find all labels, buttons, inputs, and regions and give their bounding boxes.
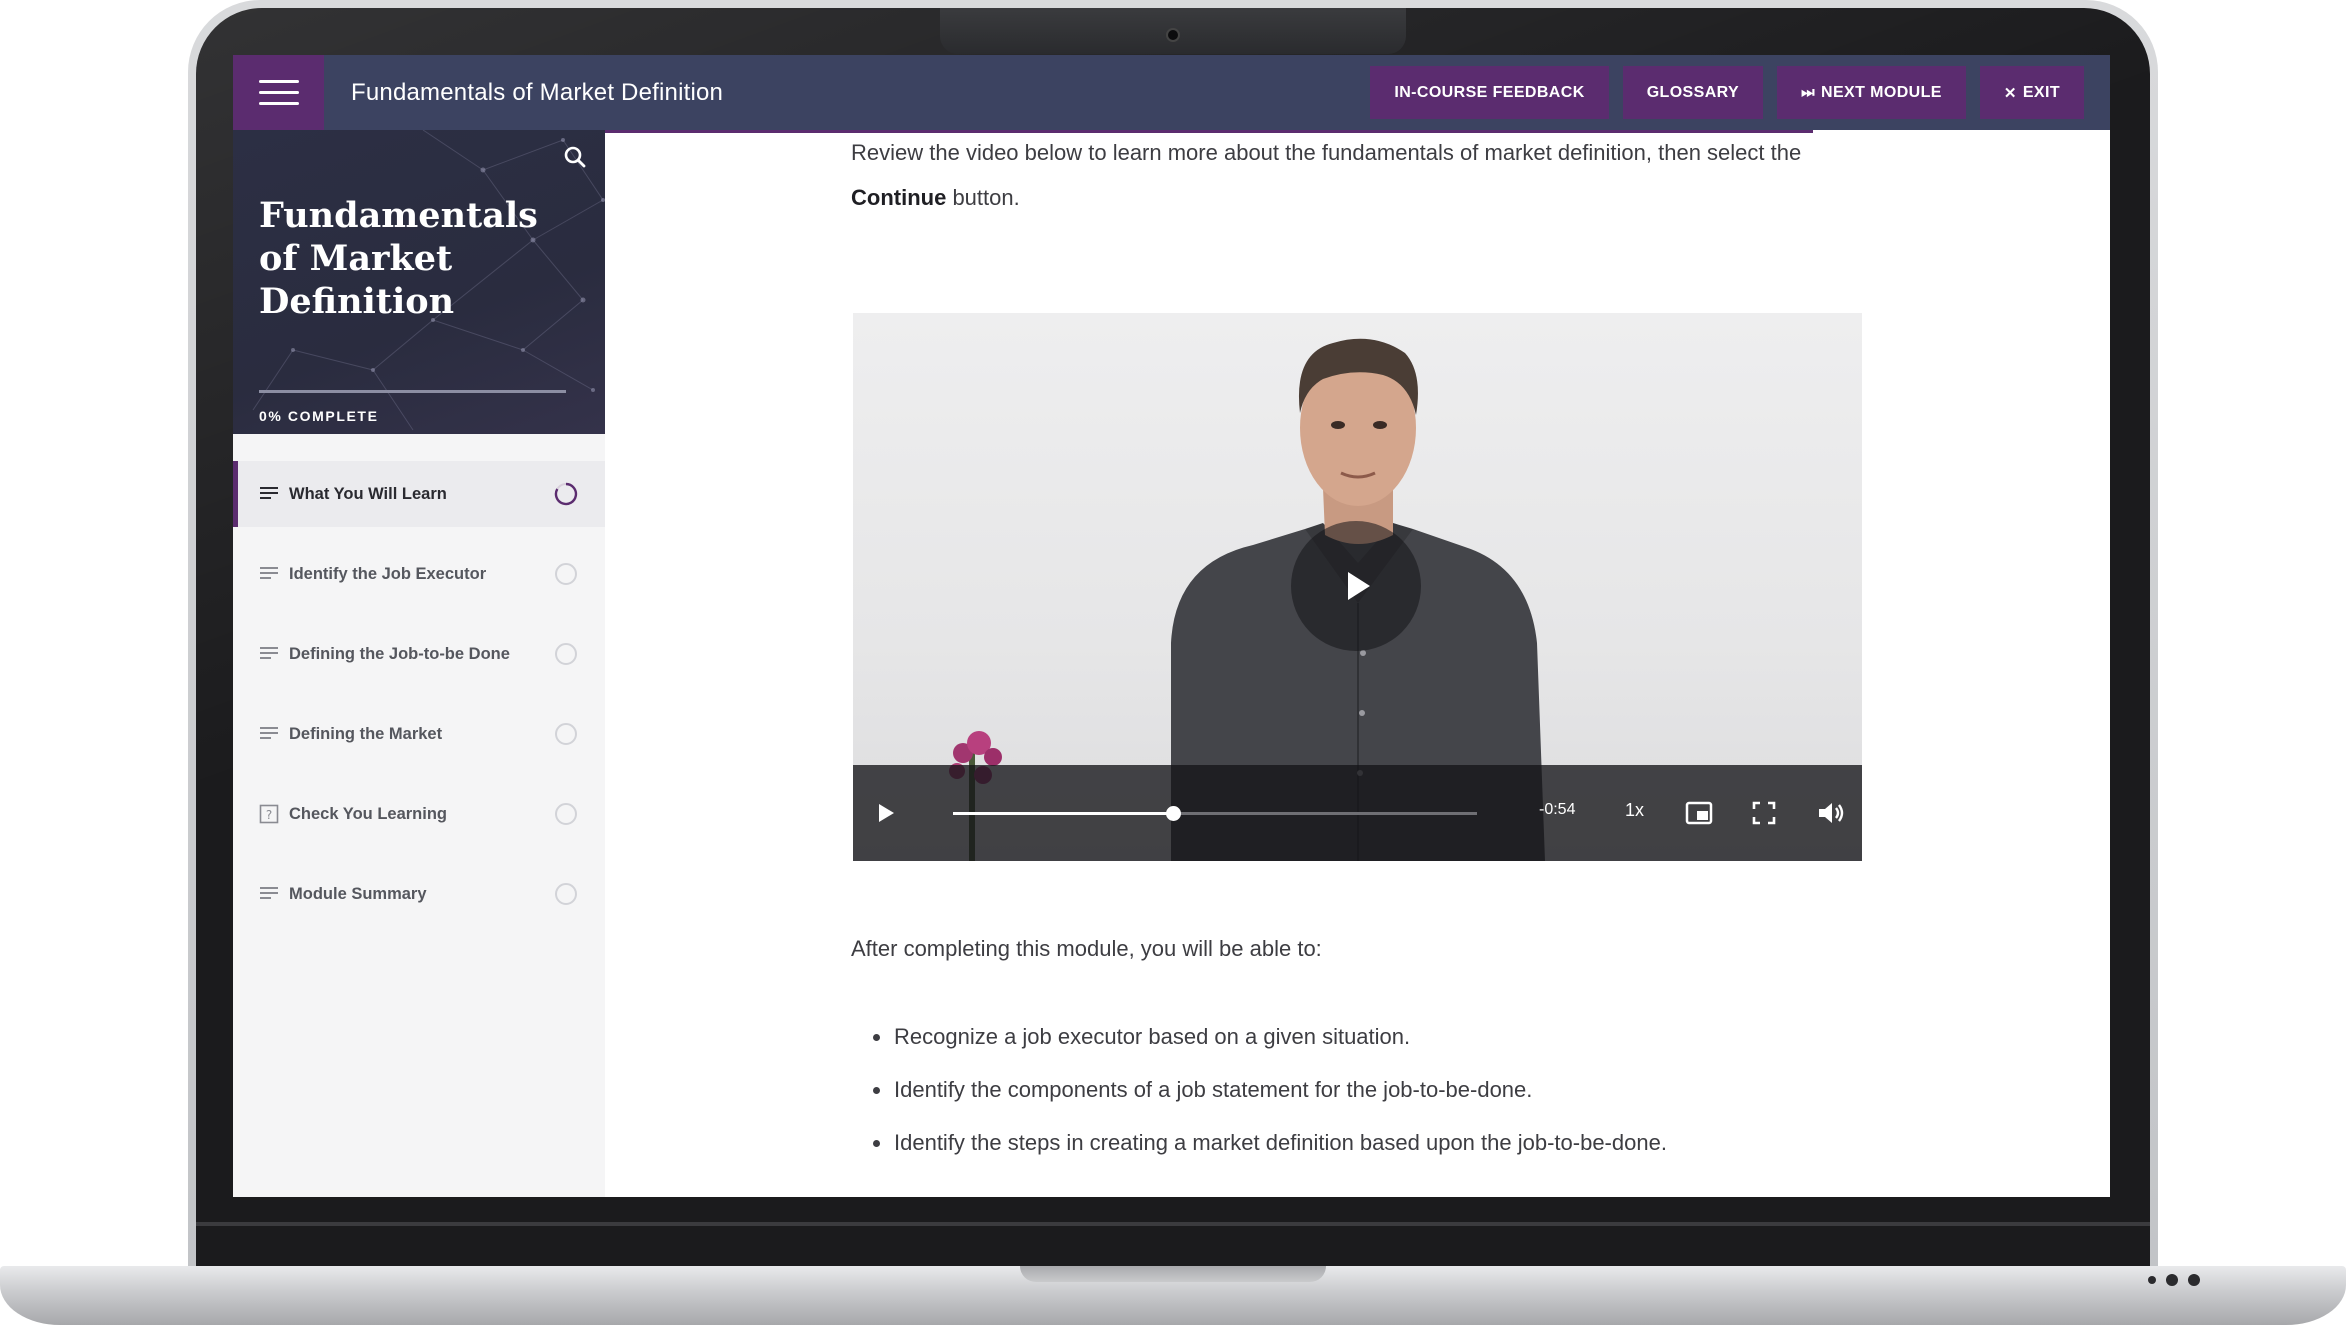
lesson-item[interactable]: Module Summary <box>233 861 605 927</box>
base-indicator-dots <box>2148 1274 2200 1286</box>
objectives-intro: After completing this module, you will b… <box>851 936 1322 961</box>
camera-icon <box>1166 28 1180 42</box>
course-title-header: Fundamentals of Market Definition <box>351 78 724 106</box>
bezel-chin <box>196 1222 2150 1226</box>
lesson-label: What You Will Learn <box>289 485 447 503</box>
video-player[interactable]: -0:54 1x <box>853 313 1862 861</box>
course-progress-text: 0% COMPLETE <box>259 408 379 424</box>
laptop-hinge-notch <box>1020 1266 1326 1282</box>
not-started-status-icon <box>555 643 577 665</box>
menu-bar-line <box>258 80 299 83</box>
course-sidebar: Fundamentals of Market Definition 0% COM… <box>233 130 605 1197</box>
lesson-item[interactable]: Defining the Market <box>233 701 605 767</box>
in-course-feedback-button[interactable]: IN-COURSE FEEDBACK <box>1370 66 1609 119</box>
glossary-button[interactable]: GLOSSARY <box>1622 66 1764 119</box>
video-played-bar <box>953 812 1174 815</box>
play-icon <box>1348 572 1370 600</box>
course-progress-bar <box>259 390 566 393</box>
question-box-icon: ? <box>259 804 279 824</box>
fullscreen-icon[interactable] <box>1751 800 1777 826</box>
lesson-list: What You Will Learn Identify the Job Exec… <box>233 461 605 941</box>
lesson-item[interactable]: ? Check You Learning <box>233 781 605 847</box>
lesson-item[interactable]: Defining the Job-to-be Done <box>233 621 605 687</box>
not-started-status-icon <box>555 563 577 585</box>
intro-text: Review the video below to learn more abo… <box>851 140 1802 165</box>
lesson-label: Identify the Job Executor <box>289 565 487 583</box>
text-lines-icon <box>260 567 278 579</box>
sidebar-hero: Fundamentals of Market Definition 0% COM… <box>233 130 605 434</box>
objective-item: Identify the steps in creating a market … <box>851 1116 1851 1169</box>
time-remaining: -0:54 <box>1539 801 1576 818</box>
next-module-label: NEXT MODULE <box>1821 83 1942 101</box>
skip-forward-icon: ⏭ <box>1801 84 1815 101</box>
menu-bar-line <box>258 91 299 94</box>
close-icon: ✕ <box>2003 84 2017 102</box>
top-bar: Fundamentals of Market Definition IN-COU… <box>233 55 2110 130</box>
big-play-button[interactable] <box>1291 521 1421 651</box>
video-scrubber[interactable] <box>953 806 1477 821</box>
search-icon[interactable] <box>562 144 588 170</box>
lesson-item[interactable]: Identify the Job Executor <box>233 541 605 607</box>
in-progress-status-icon <box>554 482 578 506</box>
not-started-status-icon <box>555 803 577 825</box>
objective-item: Recognize a job executor based on a give… <box>851 1010 1851 1063</box>
indicator-dot <box>2188 1274 2200 1286</box>
text-lines-icon <box>260 887 278 899</box>
play-icon[interactable] <box>871 799 899 827</box>
lesson-content: Review the video below to learn more abo… <box>605 130 2110 1197</box>
picture-in-picture-icon[interactable] <box>1685 800 1713 826</box>
sidebar-course-title: Fundamentals of Market Definition <box>259 195 538 322</box>
lesson-label: Check You Learning <box>289 805 448 823</box>
header-actions: IN-COURSE FEEDBACK GLOSSARY ⏭ NEXT MODUL… <box>1370 66 2084 119</box>
hamburger-menu-button[interactable] <box>233 55 324 130</box>
text-lines-icon <box>260 727 278 739</box>
exit-button[interactable]: ✕ EXIT <box>1979 66 2084 119</box>
continue-emphasis: Continue <box>851 185 947 210</box>
objectives-list: Recognize a job executor based on a give… <box>851 1010 1851 1169</box>
app-screen: Fundamentals of Market Definition IN-COU… <box>233 55 2110 1197</box>
intro-paragraph: Review the video below to learn more abo… <box>851 130 1851 220</box>
not-started-status-icon <box>555 883 577 905</box>
svg-text:?: ? <box>266 808 272 822</box>
lesson-label: Defining the Market <box>289 725 443 743</box>
lesson-label: Module Summary <box>289 885 427 903</box>
glossary-label: GLOSSARY <box>1646 83 1740 101</box>
text-lines-icon <box>260 487 278 499</box>
in-course-feedback-label: IN-COURSE FEEDBACK <box>1394 83 1585 101</box>
indicator-dot <box>2148 1276 2156 1284</box>
next-module-button[interactable]: ⏭ NEXT MODULE <box>1777 66 1966 119</box>
volume-icon[interactable] <box>1815 798 1845 828</box>
lesson-item[interactable]: What You Will Learn <box>233 461 605 527</box>
exit-label: EXIT <box>2022 83 2060 101</box>
text-lines-icon <box>260 647 278 659</box>
intro-text-end: button. <box>946 185 1020 210</box>
menu-bar-line <box>258 102 299 105</box>
video-control-bar: -0:54 1x <box>853 765 1862 861</box>
playback-speed-button[interactable]: 1x <box>1625 800 1644 821</box>
objective-item: Identify the components of a job stateme… <box>851 1063 1851 1116</box>
not-started-status-icon <box>555 723 577 745</box>
indicator-dot <box>2166 1274 2178 1286</box>
scrubber-handle[interactable] <box>1166 806 1182 821</box>
lesson-label: Defining the Job-to-be Done <box>289 645 510 663</box>
